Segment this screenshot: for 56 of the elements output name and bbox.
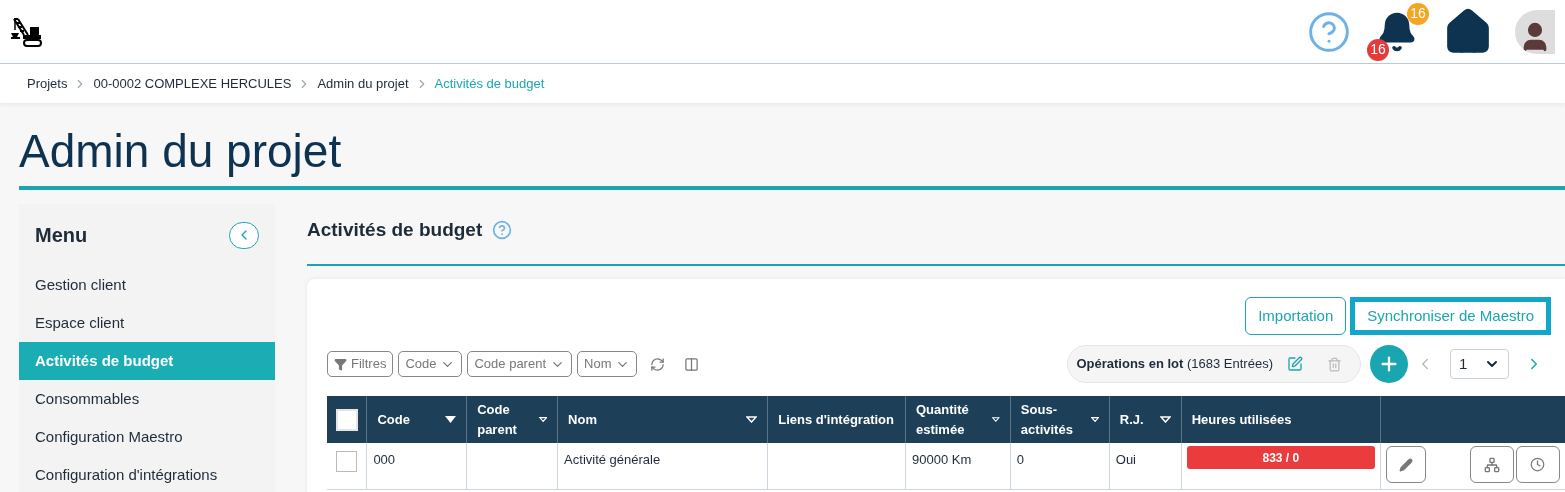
sort-icon[interactable] [1159,416,1171,423]
menu-item[interactable]: Gestion client [19,266,275,304]
select-all-checkbox[interactable] [335,408,358,431]
column-header[interactable]: Sous-activités [1020,399,1087,440]
table-cell: 0 [1016,452,1025,467]
sort-icon[interactable] [538,416,548,423]
clock-icon [1530,457,1546,472]
hours-bar: 833 / 0 [1186,446,1375,469]
sort-icon[interactable] [992,416,1000,423]
collapse-button[interactable] [229,221,259,249]
column-header[interactable]: Liens d'intégration [778,409,894,430]
section-title: Activités de budget [307,217,483,242]
breadcrumb-link[interactable]: Admin du projet [317,73,409,94]
column-header[interactable]: Nom [568,409,597,430]
menu-title: Menu [35,223,88,248]
row-checkbox[interactable] [336,451,358,472]
table-cell: 000 [373,452,396,467]
column-header[interactable]: Code [377,409,410,430]
crane-logo[interactable] [10,16,44,47]
table-cell: Oui [1115,452,1136,467]
column-header[interactable]: Heures utilisées [1191,409,1292,430]
help-icon[interactable] [1307,9,1351,54]
hierarchy-button[interactable] [1469,446,1514,483]
columns-icon[interactable] [684,356,700,372]
filter-dropdown[interactable]: Code parent [467,351,573,377]
breadcrumb-link[interactable]: Projets [27,73,68,94]
hierarchy-icon [1483,456,1500,473]
edit-button[interactable] [1385,446,1426,483]
column-header[interactable]: R.J. [1119,409,1144,430]
filter-button[interactable]: Filtres [327,351,394,377]
filter-dropdown[interactable]: Code [398,351,463,377]
table-cell: 90000 Km [911,452,972,467]
table-cell: Activité générale [564,452,661,467]
sort-icon[interactable] [445,416,457,423]
notification-badge: 16 [1367,38,1389,61]
menu-item[interactable]: Espace client [19,304,275,342]
page-select[interactable]: 1 [1450,349,1509,379]
menu-item[interactable]: Configuration Maestro [19,418,275,456]
column-header[interactable]: Code parent [477,399,535,440]
edit-icon[interactable] [1287,356,1303,372]
page-title: Admin du projet [19,124,343,179]
filter-dropdown[interactable]: Nom [577,351,638,377]
add-button[interactable] [1370,345,1408,383]
sort-icon[interactable] [746,416,758,423]
breadcrumb-link[interactable]: 00-0002 COMPLEXE HERCULES [93,73,292,94]
history-button[interactable] [1515,446,1560,483]
user-avatar[interactable] [1515,9,1555,54]
notification-badge: 16 [1407,2,1429,25]
filter-icon [334,357,347,371]
pencil-icon [1398,457,1413,472]
menu-item[interactable]: Configuration d'intégrations [19,456,275,492]
sort-icon[interactable] [1090,416,1099,423]
bulk-operations-label: Opérations en lot (1683 Entrées) [1076,355,1273,374]
column-header[interactable]: Quantité estimée [915,399,989,440]
refresh-icon[interactable] [650,356,666,372]
menu-item[interactable]: Consommables [19,380,275,418]
